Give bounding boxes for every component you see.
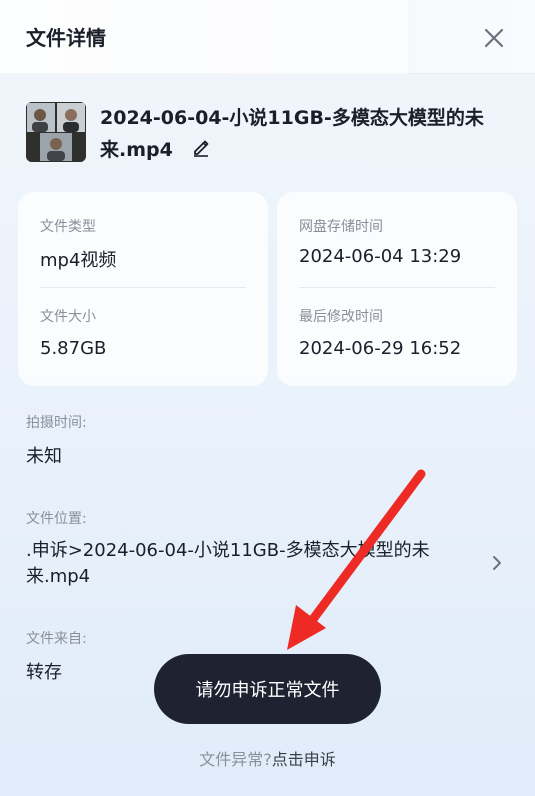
- file-location-label: 文件位置:: [26, 511, 87, 527]
- close-button[interactable]: [476, 20, 512, 56]
- appeal-link[interactable]: 点击申诉: [272, 750, 336, 769]
- warning-toast-text: 请勿申诉正常文件: [195, 680, 340, 701]
- file-source-value: 转存: [26, 662, 62, 683]
- warning-toast: 请勿申诉正常文件: [154, 654, 381, 724]
- modified-time-value: 2024-06-29 16:52: [299, 338, 462, 359]
- file-size-value: 5.87GB: [40, 338, 107, 359]
- close-icon: [484, 28, 504, 48]
- file-info-card-right: 网盘存储时间 2024-06-04 13:29 最后修改时间 2024-06-2…: [277, 192, 517, 386]
- file-size-label: 文件大小: [40, 309, 96, 325]
- stored-time-value: 2024-06-04 13:29: [299, 246, 462, 267]
- footer-appeal: 文件异常?点击申诉: [0, 746, 535, 770]
- file-info-card-left: 文件类型 mp4视频 文件大小 5.87GB: [18, 192, 268, 386]
- edit-pencil-icon: [193, 140, 209, 157]
- chevron-right-icon: [493, 556, 501, 570]
- page-title: 文件详情: [26, 26, 106, 50]
- card-divider: [299, 287, 495, 288]
- file-source-label: 文件来自:: [26, 631, 87, 647]
- file-type-value: mp4视频: [40, 250, 117, 271]
- shoot-time-value: 未知: [26, 446, 62, 467]
- stored-time-label: 网盘存储时间: [299, 219, 383, 235]
- file-name: 2024-06-04-小说11GB-多模态大模型的未来.mp4: [100, 102, 500, 167]
- annotation-arrow-head: [287, 605, 326, 650]
- header-bar: 文件详情: [0, 0, 535, 74]
- rename-button[interactable]: [191, 135, 211, 167]
- shoot-time-label: 拍摄时间:: [26, 415, 87, 431]
- file-location-path[interactable]: .申诉>2024-06-04-小说11GB-多模态大模型的未来.mp4: [26, 538, 466, 590]
- file-type-label: 文件类型: [40, 219, 96, 235]
- video-thumbnail-image: [26, 102, 86, 162]
- card-divider: [40, 287, 246, 288]
- video-thumbnail[interactable]: [26, 102, 86, 162]
- modified-time-label: 最后修改时间: [299, 309, 383, 325]
- location-open-button[interactable]: [490, 552, 504, 578]
- file-name-text: 2024-06-04-小说11GB-多模态大模型的未来.mp4: [100, 107, 484, 161]
- abnormal-file-prompt: 文件异常?: [199, 750, 272, 769]
